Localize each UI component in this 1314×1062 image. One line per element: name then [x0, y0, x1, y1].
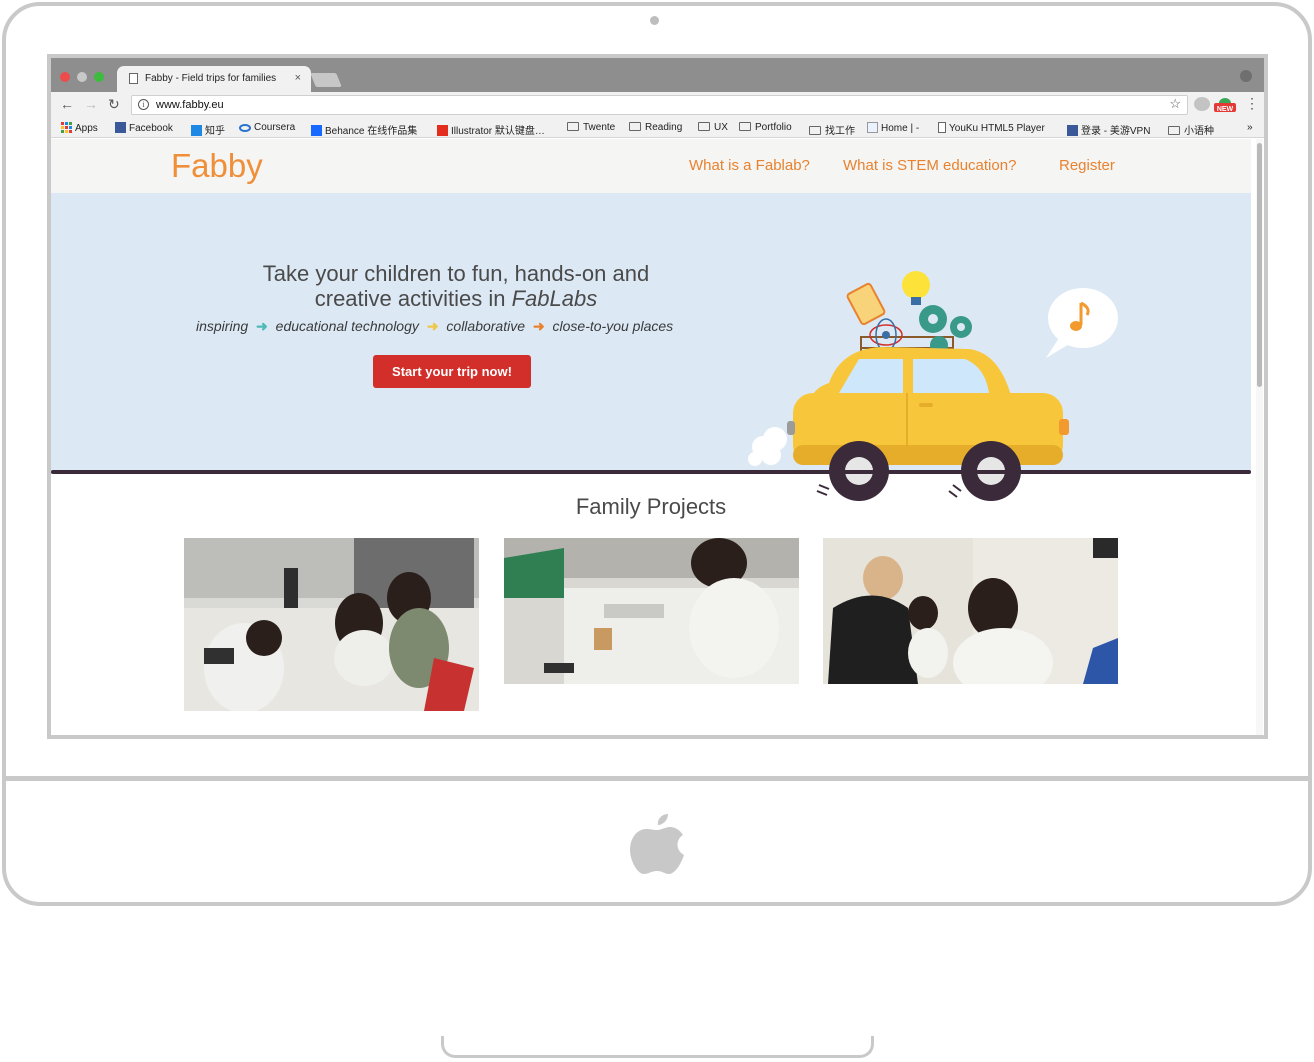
bookmark-vpn[interactable]: 登录 - 美游VPN — [1067, 122, 1150, 137]
bookmark-youku[interactable]: YouKu HTML5 Player — [938, 122, 1045, 134]
folder-icon — [698, 122, 710, 131]
apps-grid-icon — [61, 122, 72, 133]
fabby-logo[interactable]: Fabby — [171, 147, 263, 185]
project-photo-2[interactable] — [504, 538, 799, 684]
folder-icon — [1168, 126, 1180, 135]
hero-road-line — [51, 470, 1251, 474]
bookmark-folder-twente[interactable]: Twente — [567, 122, 615, 133]
cloud-extension-icon[interactable] — [1194, 97, 1210, 111]
bookmark-folder-reading[interactable]: Reading — [629, 122, 682, 133]
browser-toolbar: ← → ↻ i www.fabby.eu ☆ NEW ⋮ — [51, 92, 1264, 118]
tab-title: Fabby - Field trips for families — [145, 73, 277, 84]
minimize-window-button[interactable] — [77, 72, 87, 82]
bookmark-star-icon[interactable]: ☆ — [1169, 96, 1181, 112]
hero-headline: Take your children to fun, hands-on and … — [262, 261, 650, 311]
camera-icon — [650, 16, 659, 25]
url-text: www.fabby.eu — [156, 99, 224, 111]
bookmark-illustrator[interactable]: Illustrator 默认键盘… — [437, 122, 545, 137]
scrollbar-thumb[interactable] — [1257, 143, 1262, 387]
zhihu-icon — [191, 125, 202, 136]
profile-icon[interactable] — [1240, 70, 1252, 82]
imac-mockup: Fabby - Field trips for families × ← → ↻… — [0, 0, 1314, 1062]
web-page: Fabby What is a Fablab? What is STEM edu… — [51, 139, 1264, 735]
close-window-button[interactable] — [60, 72, 70, 82]
project-photo-3[interactable] — [823, 538, 1118, 684]
tab-close-button[interactable]: × — [295, 72, 301, 84]
address-bar[interactable]: i www.fabby.eu ☆ — [131, 95, 1188, 115]
bookmark-folder-jobs[interactable]: 找工作 — [809, 122, 855, 137]
forward-button[interactable]: → — [84, 96, 98, 112]
folder-icon — [739, 122, 751, 131]
facebook-icon — [1067, 125, 1078, 136]
bookmark-home[interactable]: Home | - — [867, 122, 919, 134]
screen: Fabby - Field trips for families × ← → ↻… — [47, 54, 1268, 739]
new-tab-button[interactable] — [310, 73, 342, 87]
svg-text:NEW: NEW — [1217, 106, 1234, 113]
bookmark-coursera[interactable]: Coursera — [239, 122, 295, 133]
bookmark-folder-languages[interactable]: 小语种 — [1168, 122, 1214, 137]
chin-divider — [2, 776, 1308, 781]
arrow-right-icon: ➜ — [532, 318, 545, 334]
bookmarks-bar: Apps Facebook 知乎 Coursera Behance 在线作品集 … — [51, 118, 1264, 138]
folder-icon — [809, 126, 821, 135]
info-icon[interactable]: i — [138, 99, 149, 110]
nav-what-is-stem[interactable]: What is STEM education? — [843, 157, 1016, 174]
maximize-window-button[interactable] — [94, 72, 104, 82]
arrow-right-icon: ➜ — [426, 318, 439, 334]
bookmark-zhihu[interactable]: 知乎 — [191, 122, 225, 137]
bookmark-facebook[interactable]: Facebook — [115, 122, 173, 134]
back-button[interactable]: ← — [60, 96, 74, 112]
reload-button[interactable]: ↻ — [108, 96, 120, 113]
page-icon — [938, 122, 946, 133]
project-photo-1[interactable] — [184, 538, 479, 711]
page-icon — [129, 73, 138, 84]
hero-section: Take your children to fun, hands-on and … — [51, 193, 1251, 501]
browser-tab[interactable]: Fabby - Field trips for families × — [117, 66, 311, 92]
hero-tagline: inspiring ➜ educational technology ➜ col… — [196, 318, 674, 334]
nav-register[interactable]: Register — [1059, 157, 1115, 174]
bookmark-folder-ux[interactable]: UX — [698, 122, 728, 133]
nav-what-is-fablab[interactable]: What is a Fablab? — [689, 157, 810, 174]
apple-logo-icon — [630, 814, 684, 874]
folder-icon — [629, 122, 641, 131]
facebook-icon — [115, 122, 126, 133]
adobe-icon — [437, 125, 448, 136]
new-badge-extension-icon[interactable]: NEW — [1214, 96, 1236, 113]
bookmark-behance[interactable]: Behance 在线作品集 — [311, 122, 417, 137]
folder-icon — [567, 122, 579, 131]
page-scrollbar[interactable] — [1256, 139, 1263, 735]
bookmark-apps[interactable]: Apps — [61, 122, 98, 134]
page-icon — [867, 122, 878, 133]
projects-title: Family Projects — [575, 494, 727, 519]
bookmarks-overflow-button[interactable]: » — [1247, 122, 1253, 133]
imac-stand — [441, 1036, 874, 1058]
bookmark-folder-portfolio[interactable]: Portfolio — [739, 122, 792, 133]
browser-menu-button[interactable]: ⋮ — [1245, 95, 1259, 112]
site-header: Fabby What is a Fablab? What is STEM edu… — [51, 139, 1251, 193]
behance-icon — [311, 125, 322, 136]
arrow-right-icon: ➜ — [256, 318, 268, 334]
tab-bar: Fabby - Field trips for families × — [51, 58, 1264, 92]
car-illustration — [748, 271, 1118, 501]
coursera-icon — [239, 124, 251, 132]
start-trip-button[interactable]: Start your trip now! — [373, 355, 531, 388]
